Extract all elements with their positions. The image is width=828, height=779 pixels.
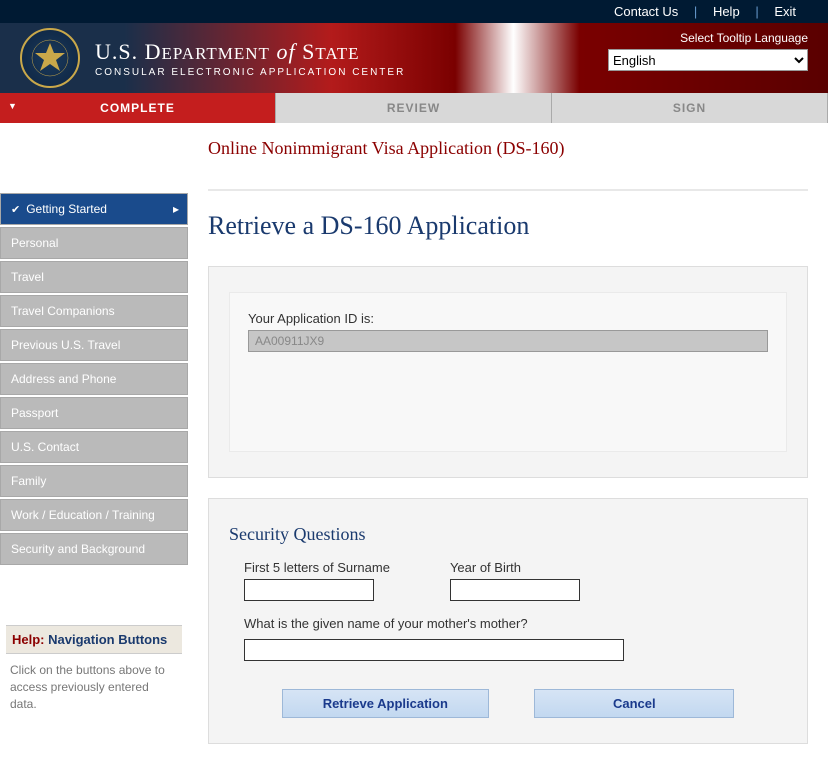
language-area: Select Tooltip Language English <box>608 31 808 71</box>
header-banner: U.S. DEPARTMENT of STATE CONSULAR ELECTR… <box>0 23 828 93</box>
content-area: Online Nonimmigrant Visa Application (DS… <box>188 123 828 779</box>
security-title: Security Questions <box>229 524 787 545</box>
center-name: CONSULAR ELECTRONIC APPLICATION CENTER <box>95 67 405 78</box>
year-label: Year of Birth <box>450 560 580 575</box>
separator: | <box>755 4 758 19</box>
sidebar-item-security-background[interactable]: Security and Background <box>0 533 188 565</box>
mother-question-label: What is the given name of your mother's … <box>244 616 787 631</box>
help-label: Help: <box>12 632 45 647</box>
sidebar: Getting Started Personal Travel Travel C… <box>0 123 188 779</box>
year-of-birth-input[interactable] <box>450 579 580 601</box>
retrieve-application-button[interactable]: Retrieve Application <box>282 689 489 718</box>
top-nav: Contact Us | Help | Exit <box>0 0 828 23</box>
tab-sign[interactable]: SIGN <box>552 93 828 123</box>
language-label: Select Tooltip Language <box>608 31 808 45</box>
tab-complete[interactable]: COMPLETE <box>0 93 276 123</box>
help-topic: Navigation Buttons <box>48 632 167 647</box>
language-select[interactable]: English <box>608 49 808 71</box>
sidebar-item-previous-us-travel[interactable]: Previous U.S. Travel <box>0 329 188 361</box>
security-questions-panel: Security Questions First 5 letters of Su… <box>208 498 808 744</box>
exit-link[interactable]: Exit <box>762 4 808 19</box>
help-title: Help: Navigation Buttons <box>6 625 182 654</box>
cancel-button[interactable]: Cancel <box>534 689 734 718</box>
separator: | <box>694 4 697 19</box>
sidebar-item-personal[interactable]: Personal <box>0 227 188 259</box>
sidebar-item-us-contact[interactable]: U.S. Contact <box>0 431 188 463</box>
surname-input[interactable] <box>244 579 374 601</box>
sidebar-item-work-education[interactable]: Work / Education / Training <box>0 499 188 531</box>
sidebar-item-getting-started[interactable]: Getting Started <box>0 193 188 225</box>
help-link[interactable]: Help <box>701 4 752 19</box>
app-id-label: Your Application ID is: <box>248 311 768 326</box>
contact-us-link[interactable]: Contact Us <box>602 4 690 19</box>
surname-label: First 5 letters of Surname <box>244 560 390 575</box>
sidebar-item-address-phone[interactable]: Address and Phone <box>0 363 188 395</box>
sidebar-item-passport[interactable]: Passport <box>0 397 188 429</box>
header-text: U.S. DEPARTMENT of STATE CONSULAR ELECTR… <box>95 39 405 78</box>
divider <box>208 189 808 191</box>
application-title: Online Nonimmigrant Visa Application (DS… <box>208 138 808 159</box>
state-department-seal-icon <box>20 28 80 88</box>
page-title: Retrieve a DS-160 Application <box>208 211 808 241</box>
help-text: Click on the buttons above to access pre… <box>6 654 182 720</box>
app-id-input <box>248 330 768 352</box>
app-id-panel: Your Application ID is: <box>208 266 808 478</box>
mother-name-input[interactable] <box>244 639 624 661</box>
sidebar-item-travel[interactable]: Travel <box>0 261 188 293</box>
sidebar-item-family[interactable]: Family <box>0 465 188 497</box>
department-name: U.S. DEPARTMENT of STATE <box>95 39 405 65</box>
help-box: Help: Navigation Buttons Click on the bu… <box>0 625 188 720</box>
tab-review[interactable]: REVIEW <box>276 93 552 123</box>
sidebar-item-travel-companions[interactable]: Travel Companions <box>0 295 188 327</box>
progress-tabs: COMPLETE REVIEW SIGN <box>0 93 828 123</box>
